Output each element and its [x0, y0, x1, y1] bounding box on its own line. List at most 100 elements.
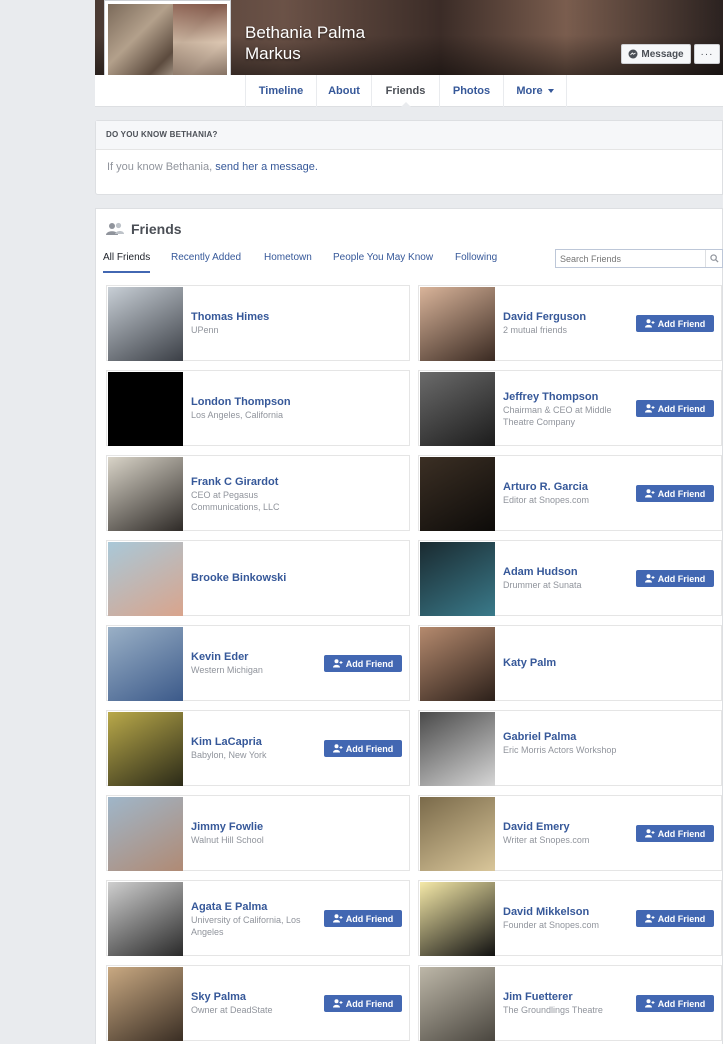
add-friend-button[interactable]: Add Friend — [324, 910, 402, 927]
add-friend-label: Add Friend — [657, 318, 706, 329]
message-button[interactable]: Message — [621, 44, 691, 64]
subtab-people-you-may-know[interactable]: People You May Know — [333, 252, 433, 263]
friend-card: Arturo R. Garcia Editor at Snopes.com Add … — [418, 455, 722, 531]
friend-card: Katy Palm — [418, 625, 722, 701]
send-message-link[interactable]: send her a message. — [215, 161, 318, 173]
add-friend-icon — [644, 319, 655, 328]
friend-photo[interactable] — [108, 627, 183, 701]
friend-name[interactable]: David Emery — [503, 821, 570, 833]
add-friend-icon — [644, 829, 655, 838]
friend-photo[interactable] — [420, 882, 495, 956]
friend-name[interactable]: Agata E Palma — [191, 901, 267, 913]
friend-photo[interactable] — [420, 542, 495, 616]
profile-name[interactable]: Bethania Palma Markus — [245, 22, 395, 64]
friend-subtitle: Chairman & CEO at Middle Theatre Company — [503, 405, 612, 427]
add-friend-button[interactable]: Add Friend — [636, 995, 714, 1012]
do-you-know-box: DO YOU KNOW BETHANIA? If you know Bethan… — [95, 120, 723, 195]
add-friend-button[interactable]: Add Friend — [636, 570, 714, 587]
friend-name[interactable]: Gabriel Palma — [503, 731, 576, 743]
more-options-button[interactable]: ··· — [694, 44, 720, 64]
add-friend-button[interactable]: Add Friend — [636, 485, 714, 502]
search-friends-input[interactable] — [555, 249, 723, 268]
tab-photos[interactable]: Photos — [439, 75, 503, 107]
add-friend-label: Add Friend — [657, 573, 706, 584]
friend-subtitle: Babylon, New York — [191, 750, 267, 760]
friend-subtitle: Western Michigan — [191, 665, 263, 675]
friend-name[interactable]: Jeffrey Thompson — [503, 391, 598, 403]
friend-subtitle: Eric Morris Actors Workshop — [503, 745, 617, 755]
friend-photo[interactable] — [420, 797, 495, 871]
friend-name[interactable]: David Ferguson — [503, 311, 586, 323]
add-friend-label: Add Friend — [345, 743, 394, 754]
friend-photo[interactable] — [420, 967, 495, 1041]
friend-name[interactable]: Frank C Girardot — [191, 476, 278, 488]
friend-photo[interactable] — [420, 627, 495, 701]
friend-name[interactable]: Thomas Himes — [191, 311, 269, 323]
friend-name[interactable]: Sky Palma — [191, 991, 246, 1003]
friend-photo[interactable] — [420, 457, 495, 531]
tab-friends[interactable]: Friends — [371, 75, 439, 108]
friend-photo[interactable] — [108, 372, 183, 446]
add-friend-label: Add Friend — [657, 488, 706, 499]
add-friend-icon — [644, 574, 655, 583]
friend-photo[interactable] — [108, 712, 183, 786]
friend-name[interactable]: Kevin Eder — [191, 651, 248, 663]
add-friend-button[interactable]: Add Friend — [636, 400, 714, 417]
add-friend-label: Add Friend — [345, 998, 394, 1009]
subtab-following[interactable]: Following — [455, 252, 497, 263]
subtab-recently-added[interactable]: Recently Added — [171, 252, 241, 263]
friend-name[interactable]: Arturo R. Garcia — [503, 481, 588, 493]
add-friend-button[interactable]: Add Friend — [324, 740, 402, 757]
add-friend-icon — [644, 914, 655, 923]
subtab-hometown[interactable]: Hometown — [264, 252, 312, 263]
friend-name[interactable]: Jim Fuetterer — [503, 991, 573, 1003]
friend-subtitle: Los Angeles, California — [191, 410, 284, 420]
friend-subtitle: Owner at DeadState — [191, 1005, 273, 1015]
tab-about-label: About — [328, 85, 360, 97]
add-friend-icon — [332, 999, 343, 1008]
friend-subtitle: Editor at Snopes.com — [503, 495, 590, 505]
add-friend-button[interactable]: Add Friend — [636, 315, 714, 332]
friend-photo[interactable] — [108, 967, 183, 1041]
add-friend-icon — [644, 999, 655, 1008]
friend-photo[interactable] — [420, 712, 495, 786]
friend-name[interactable]: Kim LaCapria — [191, 736, 262, 748]
add-friend-button[interactable]: Add Friend — [324, 995, 402, 1012]
add-friend-button[interactable]: Add Friend — [636, 825, 714, 842]
search-icon — [709, 254, 719, 263]
friend-card: David Ferguson 2 mutual friends Add Friend — [418, 285, 722, 361]
friend-name[interactable]: London Thompson — [191, 396, 291, 408]
friend-subtitle: UPenn — [191, 325, 219, 335]
tab-timeline[interactable]: Timeline — [245, 75, 316, 107]
add-friend-icon — [644, 404, 655, 413]
friend-photo[interactable] — [108, 287, 183, 361]
friend-photo[interactable] — [108, 542, 183, 616]
tab-photos-label: Photos — [452, 85, 491, 97]
tab-about[interactable]: About — [316, 75, 371, 107]
friend-card: Jeffrey Thompson Chairman & CEO at Middle… — [418, 370, 722, 446]
friend-name[interactable]: Adam Hudson — [503, 566, 578, 578]
tab-more[interactable]: More — [503, 75, 567, 107]
friend-card: Adam Hudson Drummer at Sunata Add Friend — [418, 540, 722, 616]
search-friends-button[interactable] — [705, 250, 722, 267]
friend-subtitle: Walnut Hill School — [191, 835, 264, 845]
friend-name[interactable]: David Mikkelson — [503, 906, 589, 918]
friend-subtitle: The Groundlings Theatre — [503, 1005, 603, 1015]
friend-card: Frank C Girardot CEO at Pegasus Communica… — [106, 455, 410, 531]
friend-name[interactable]: Katy Palm — [503, 657, 556, 669]
do-you-know-prefix: If you know Bethania, — [107, 161, 216, 173]
friend-name[interactable]: Brooke Binkowski — [191, 572, 286, 584]
friend-photo[interactable] — [108, 797, 183, 871]
friend-name[interactable]: Jimmy Fowlie — [191, 821, 263, 833]
friend-photo[interactable] — [108, 882, 183, 956]
friend-card: London Thompson Los Angeles, California — [106, 370, 410, 446]
friend-card: Kevin Eder Western Michigan Add Friend — [106, 625, 410, 701]
add-friend-button[interactable]: Add Friend — [636, 910, 714, 927]
subtab-all-friends[interactable]: All Friends — [103, 252, 151, 273]
friend-photo[interactable] — [108, 457, 183, 531]
friend-card: David Emery Writer at Snopes.com Add Frien… — [418, 795, 722, 871]
friend-card: Gabriel Palma Eric Morris Actors Workshop — [418, 710, 722, 786]
friend-photo[interactable] — [420, 287, 495, 361]
friend-photo[interactable] — [420, 372, 495, 446]
add-friend-button[interactable]: Add Friend — [324, 655, 402, 672]
